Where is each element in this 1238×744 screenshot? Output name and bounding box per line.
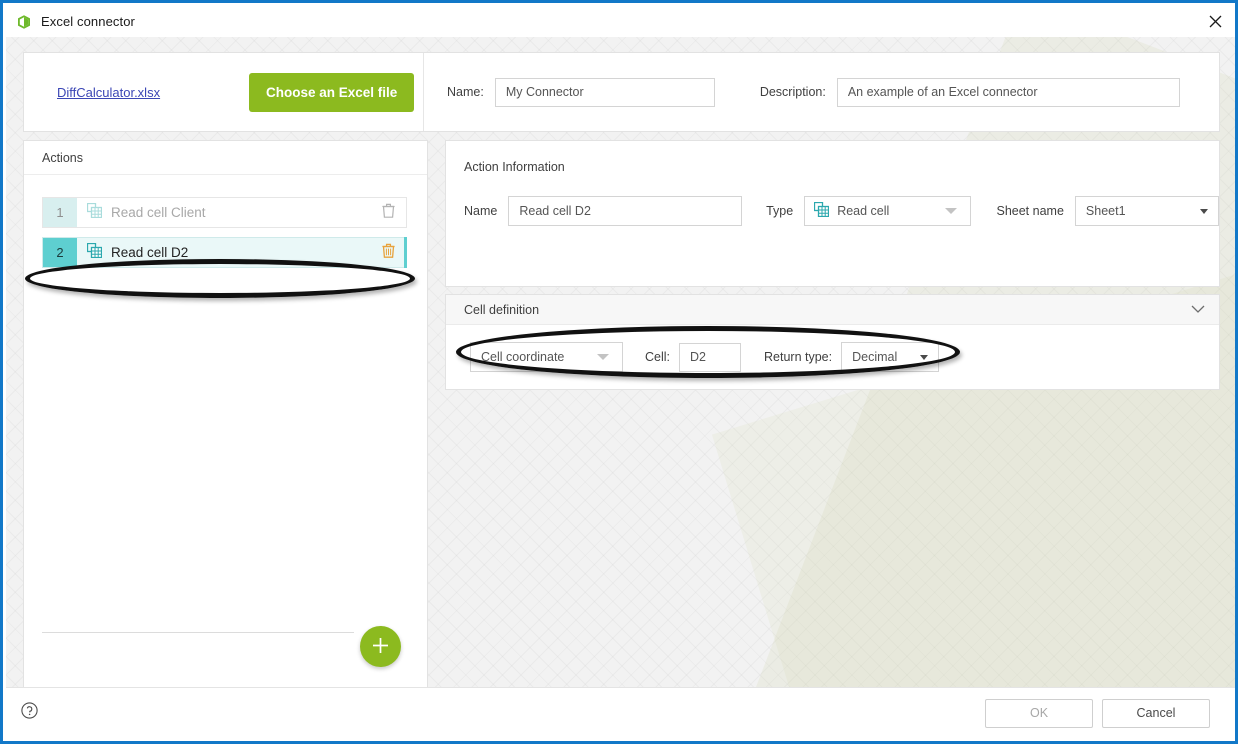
description-label: Description:: [759, 85, 826, 99]
trash-icon[interactable]: [382, 203, 395, 223]
excel-file-link[interactable]: DiffCalculator.xlsx: [57, 85, 247, 100]
chevron-down-icon: [1200, 208, 1208, 214]
excel-connector-icon: [16, 14, 32, 30]
action-label: Read cell Client: [111, 205, 206, 220]
name-label: Name:: [447, 85, 484, 99]
action-name-label: Name: [464, 204, 498, 218]
cell-mode-value: Cell coordinate: [481, 350, 565, 364]
sheet-name-label: Sheet name: [996, 204, 1064, 218]
actions-panel: Actions 1 Read cell Client 2 Read cell D…: [23, 140, 428, 694]
action-type-select[interactable]: Read cell: [804, 196, 972, 226]
add-action-button[interactable]: [360, 626, 401, 667]
cell-coordinate-input[interactable]: [679, 342, 742, 372]
file-zone: DiffCalculator.xlsx Choose an Excel file: [24, 53, 424, 131]
window-title: Excel connector: [41, 14, 135, 29]
connector-header-card: DiffCalculator.xlsx Choose an Excel file…: [23, 52, 1220, 132]
read-cell-icon: [86, 242, 103, 263]
action-type-label: Type: [766, 204, 794, 218]
return-type-select[interactable]: Decimal: [841, 342, 940, 372]
cell-definition-body: Cell coordinate Cell: Return type: Decim…: [446, 325, 1219, 389]
help-circle-icon[interactable]: [21, 702, 38, 724]
list-divider: [42, 632, 354, 633]
read-cell-icon: [814, 201, 830, 220]
cancel-button[interactable]: Cancel: [1102, 698, 1210, 728]
action-list-item-2[interactable]: 2 Read cell D2: [42, 237, 407, 268]
action-information-panel: Action Information Name Type Read cell: [445, 140, 1220, 287]
action-type-value: Read cell: [837, 204, 890, 218]
connector-fields: Name: Description:: [424, 77, 1219, 107]
chevron-down-icon[interactable]: [1191, 303, 1205, 317]
action-name-input[interactable]: [508, 196, 743, 226]
cell-definition-header: Cell definition: [446, 295, 1219, 325]
actions-panel-header: Actions: [24, 141, 427, 175]
cell-mode-select[interactable]: Cell coordinate: [470, 342, 623, 372]
chevron-down-icon: [945, 208, 958, 214]
chevron-down-icon: [597, 354, 609, 360]
close-icon: [1209, 15, 1222, 28]
cell-definition-panel: Cell definition Cell coordinate Cell: Re…: [445, 294, 1220, 390]
trash-icon[interactable]: [382, 243, 395, 263]
dialog-footer: OK Cancel: [6, 687, 1235, 738]
return-type-label: Return type:: [764, 350, 833, 364]
close-button[interactable]: [1193, 6, 1235, 37]
choose-excel-file-button[interactable]: Choose an Excel file: [249, 72, 415, 112]
titlebar: Excel connector: [6, 6, 1235, 37]
cell-definition-title: Cell definition: [464, 302, 540, 317]
plus-icon: [372, 637, 389, 657]
chevron-down-icon: [920, 354, 929, 360]
action-index: 2: [43, 238, 77, 267]
action-list-item-1[interactable]: 1 Read cell Client: [42, 197, 407, 228]
ok-button[interactable]: OK: [985, 698, 1093, 728]
action-label: Read cell D2: [111, 245, 189, 260]
sheet-name-select[interactable]: Sheet1: [1074, 196, 1219, 226]
return-type-value: Decimal: [852, 350, 898, 364]
work-area: DiffCalculator.xlsx Choose an Excel file…: [6, 37, 1235, 694]
cell-label: Cell:: [645, 350, 671, 364]
action-information-title: Action Information: [464, 160, 565, 174]
action-index: 1: [43, 198, 77, 227]
actions-list: 1 Read cell Client 2 Read cell D2: [24, 175, 427, 268]
action-information-fields: Name Type Read cell Sheet name: [446, 174, 1219, 226]
read-cell-icon: [86, 202, 103, 223]
connector-name-input[interactable]: [494, 77, 715, 107]
excel-connector-dialog: Excel connector DiffCalculator.xlsx Choo…: [0, 0, 1238, 744]
sheet-name-value: Sheet1: [1085, 204, 1126, 218]
connector-description-input[interactable]: [836, 77, 1180, 107]
